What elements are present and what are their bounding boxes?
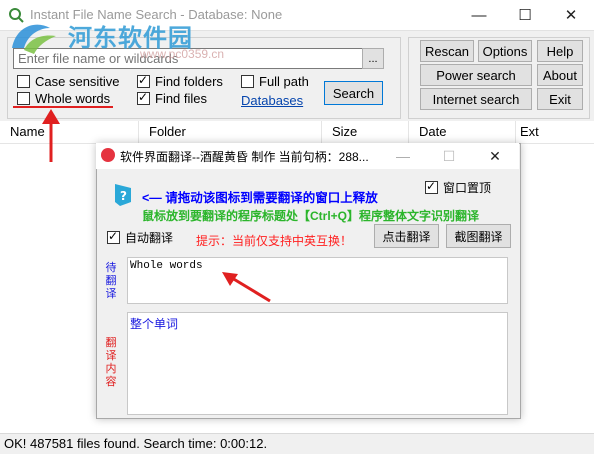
case-sensitive-label: Case sensitive — [35, 74, 120, 89]
topmost-box[interactable] — [425, 179, 438, 194]
translator-title: 软件界面翻译--酒醒黄昏 制作 当前句柄：288... — [120, 150, 369, 164]
svg-text:?: ? — [120, 189, 127, 203]
drag-target-icon[interactable]: ? — [112, 182, 134, 208]
find-folders-box[interactable] — [137, 73, 150, 88]
topmost-label: 窗口置顶 — [443, 181, 492, 195]
column-name[interactable]: Name — [0, 121, 139, 143]
source-text-box[interactable]: Whole words — [127, 257, 508, 304]
click-translate-button[interactable]: 点击翻译 — [374, 224, 439, 248]
case-sensitive-checkbox[interactable]: Case sensitive — [17, 74, 120, 89]
auto-translate-box[interactable] — [107, 229, 120, 244]
screenshot-translate-button[interactable]: 截图翻译 — [446, 224, 511, 248]
auto-translate-label: 自动翻译 — [125, 231, 174, 245]
find-folders-checkbox[interactable]: Find folders — [137, 73, 223, 89]
translator-minimize-button[interactable]: — — [380, 143, 426, 169]
result-label-char: 内 — [105, 363, 117, 375]
source-label: 待 翻 译 — [104, 262, 118, 301]
status-bar: OK! 487581 files found. Search time: 0:0… — [0, 433, 594, 454]
annotation-arrow-up — [42, 109, 60, 162]
case-sensitive-box[interactable] — [17, 75, 30, 88]
column-ext[interactable]: Ext — [510, 121, 594, 143]
column-size[interactable]: Size — [322, 121, 409, 143]
translator-maximize-button[interactable]: ☐ — [426, 143, 472, 169]
whole-words-box[interactable] — [17, 92, 30, 105]
whole-words-checkbox[interactable]: Whole words — [17, 91, 110, 106]
watermark-url: www.pc0359.cn — [140, 47, 225, 61]
result-label-char: 翻 — [105, 337, 117, 349]
result-label-char: 译 — [105, 350, 117, 362]
databases-link[interactable]: Databases — [241, 93, 303, 108]
annotation-arrow-diagonal — [222, 272, 271, 303]
translator-close-button[interactable]: ✕ — [472, 143, 518, 169]
source-label-char: 翻 — [105, 275, 117, 287]
help-button[interactable]: Help — [537, 40, 583, 62]
find-files-label: Find files — [155, 91, 208, 106]
options-button[interactable]: Options — [478, 40, 532, 62]
watermark-logo — [12, 24, 56, 54]
drag-instruction: <— 请拖动该图标到需要翻译的窗口上释放 — [142, 191, 378, 205]
power-search-button[interactable]: Power search — [420, 64, 532, 86]
result-label-char: 容 — [105, 376, 117, 388]
minimize-button[interactable]: — — [456, 0, 502, 30]
whole-words-label: Whole words — [35, 91, 111, 106]
find-files-box[interactable] — [137, 90, 150, 105]
camera-icon — [101, 148, 115, 162]
rescan-button[interactable]: Rescan — [420, 40, 474, 62]
browse-button[interactable]: ... — [362, 48, 384, 69]
exit-button[interactable]: Exit — [537, 88, 583, 110]
find-files-checkbox[interactable]: Find files — [137, 90, 208, 106]
topmost-checkbox[interactable]: 窗口置顶 — [425, 179, 491, 196]
result-label: 翻 译 内 容 — [104, 337, 118, 389]
ocr-hint: 鼠标放到要翻译的程序标题处【Ctrl+Q】程序整体文字识别翻译 — [142, 209, 480, 223]
result-text-box[interactable]: 整个单词 — [127, 312, 508, 415]
source-label-char: 译 — [105, 288, 117, 300]
about-button[interactable]: About — [537, 64, 583, 86]
source-label-char: 待 — [105, 262, 117, 274]
maximize-button[interactable]: ☐ — [502, 0, 548, 30]
column-date[interactable]: Date — [409, 121, 516, 143]
full-path-label: Full path — [259, 74, 309, 89]
search-button[interactable]: Search — [324, 81, 383, 105]
column-folder[interactable]: Folder — [139, 121, 322, 143]
full-path-checkbox[interactable]: Full path — [241, 74, 309, 89]
find-folders-label: Find folders — [155, 74, 223, 89]
close-button[interactable]: ✕ — [548, 0, 594, 30]
internet-search-button[interactable]: Internet search — [420, 88, 532, 110]
auto-translate-checkbox[interactable]: 自动翻译 — [107, 229, 173, 246]
support-notice: 提示：当前仅支持中英互换！ — [196, 234, 353, 248]
full-path-box[interactable] — [241, 75, 254, 88]
